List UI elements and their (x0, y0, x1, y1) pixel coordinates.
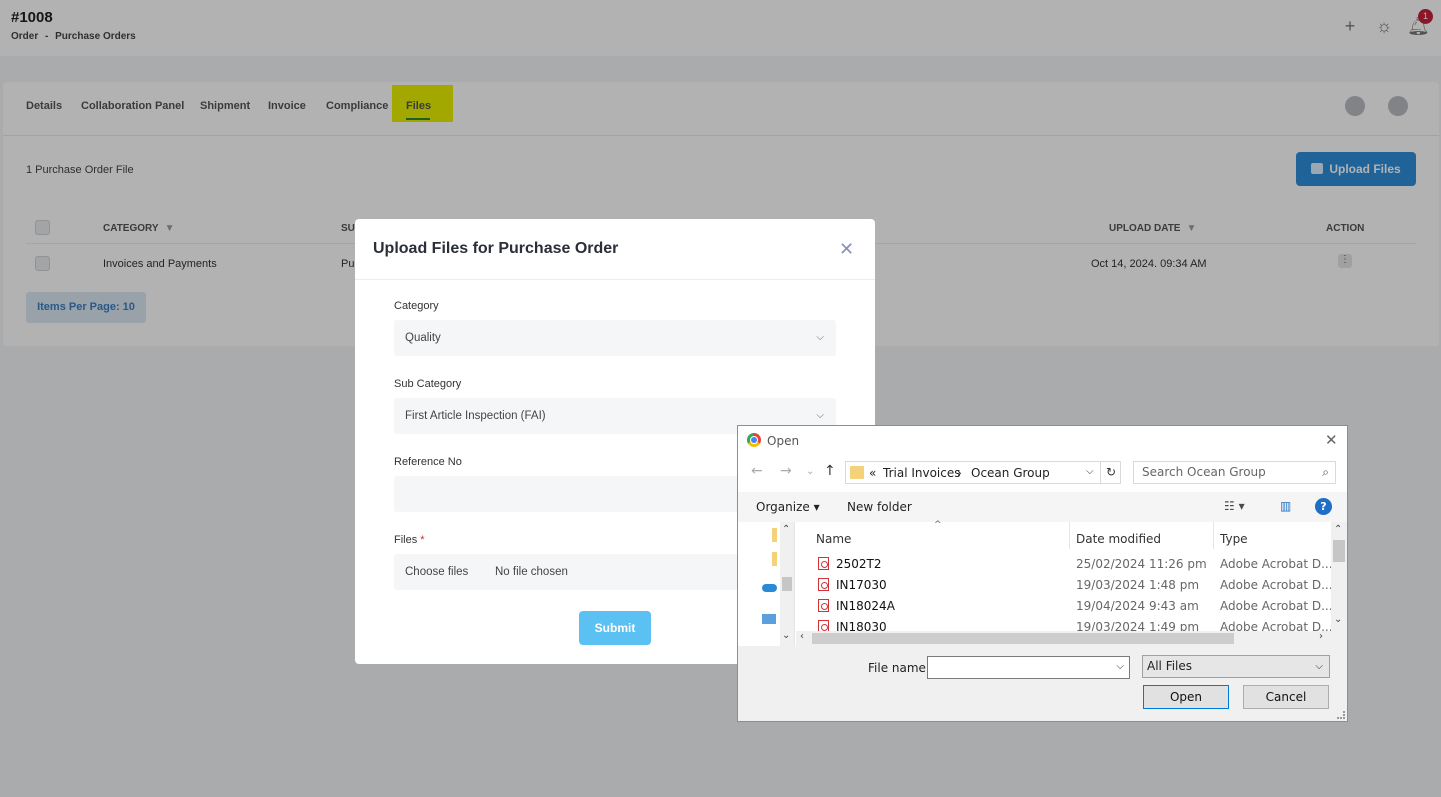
folder-icon[interactable] (772, 552, 777, 566)
pdf-file-icon (818, 578, 829, 591)
scroll-down-icon[interactable]: ⌄ (1334, 614, 1342, 625)
forward-arrow-icon[interactable]: → (780, 463, 792, 479)
cancel-button[interactable]: Cancel (1243, 685, 1329, 709)
pdf-file-icon (818, 557, 829, 570)
scroll-right-icon[interactable]: › (1319, 631, 1323, 642)
file-type-select[interactable]: All Files ⌵ (1142, 655, 1330, 678)
scroll-up-icon[interactable]: ⌃ (1334, 524, 1342, 535)
organize-label: Organize (756, 500, 810, 514)
reference-label: Reference No (394, 456, 462, 468)
resize-grip-icon[interactable] (1337, 711, 1345, 719)
file-date: 25/02/2024 11:26 pm (1076, 557, 1207, 571)
file-name: IN18024A (836, 599, 895, 613)
chevron-down-icon[interactable]: ⌵ (1086, 466, 1094, 477)
files-label: Files * (394, 534, 425, 546)
file-open-dialog: Open ✕ ← → ⌄ ↑ « Trial Invoices › Ocean … (737, 425, 1348, 722)
refresh-icon[interactable]: ↻ (1100, 462, 1121, 483)
column-divider[interactable] (1213, 522, 1214, 549)
file-list: ^ Name Date modified Type 2502T2 25/02/2… (796, 520, 1347, 646)
pdf-file-icon (818, 599, 829, 612)
sort-arrow-icon: ^ (934, 520, 942, 530)
scroll-down-icon[interactable]: ⌄ (782, 630, 790, 641)
horizontal-scrollbar[interactable]: ‹ › (796, 631, 1331, 646)
category-select[interactable]: Quality ⌵ (394, 320, 836, 356)
file-type: Adobe Acrobat D... (1220, 557, 1333, 571)
folder-icon (850, 466, 864, 479)
back-arrow-icon[interactable]: ← (751, 463, 763, 479)
file-date: 19/03/2024 1:48 pm (1076, 578, 1200, 592)
close-icon[interactable]: ✕ (1325, 431, 1338, 449)
chevron-down-icon[interactable]: ⌵ (1116, 661, 1124, 672)
file-type: Adobe Acrobat D... (1220, 620, 1331, 631)
file-date: 19/03/2024 1:49 pm (1076, 620, 1200, 631)
address-bar[interactable]: « Trial Invoices › Ocean Group ⌵ ↻ (845, 461, 1121, 484)
navigation-pane[interactable]: ⌃ ⌄ (738, 522, 795, 646)
list-item[interactable]: IN17030 19/03/2024 1:48 pm Adobe Acrobat… (796, 574, 1333, 595)
path-ocean-group[interactable]: Ocean Group (971, 466, 1050, 480)
recent-locations-icon[interactable]: ⌄ (806, 466, 814, 477)
files-label-text: Files (394, 534, 418, 546)
folder-icon[interactable] (772, 528, 777, 542)
column-type[interactable]: Type (1220, 532, 1248, 546)
close-icon[interactable]: ✕ (839, 239, 854, 260)
column-name[interactable]: Name (816, 532, 851, 546)
scroll-thumb[interactable] (812, 633, 1234, 644)
required-marker: * (420, 534, 425, 546)
column-date-modified[interactable]: Date modified (1076, 532, 1161, 546)
file-type: Adobe Acrobat D... (1220, 578, 1333, 592)
submit-button[interactable]: Submit (579, 611, 651, 645)
scroll-up-icon[interactable]: ⌃ (782, 524, 790, 535)
category-label: Category (394, 300, 439, 312)
path-overflow[interactable]: « (869, 466, 876, 480)
path-separator: › (957, 466, 962, 480)
organize-menu[interactable]: Organize ▾ (756, 500, 820, 514)
no-file-text: No file chosen (495, 566, 568, 578)
this-pc-icon[interactable] (762, 614, 776, 624)
onedrive-icon[interactable] (762, 584, 777, 592)
file-type: Adobe Acrobat D... (1220, 599, 1333, 613)
file-type-value: All Files (1147, 659, 1193, 673)
nav-scrollbar[interactable]: ⌃ ⌄ (780, 522, 794, 646)
column-divider[interactable] (1069, 522, 1070, 549)
sub-category-value: First Article Inspection (FAI) (405, 410, 546, 422)
help-icon[interactable]: ? (1315, 498, 1332, 515)
path-trial-invoices[interactable]: Trial Invoices (883, 466, 961, 480)
search-icon: ⌕ (1322, 465, 1329, 479)
chevron-down-icon: ⌵ (1315, 661, 1323, 672)
list-item[interactable]: IN18030 19/03/2024 1:49 pm Adobe Acrobat… (796, 616, 1331, 631)
chevron-down-icon: ⌵ (816, 332, 824, 343)
up-arrow-icon[interactable]: ↑ (824, 463, 836, 479)
file-name: IN18030 (836, 620, 887, 631)
modal-title: Upload Files for Purchase Order (373, 240, 619, 257)
list-item[interactable]: IN18024A 19/04/2024 9:43 am Adobe Acroba… (796, 595, 1333, 616)
scroll-left-icon[interactable]: ‹ (800, 631, 804, 642)
open-button[interactable]: Open (1143, 685, 1229, 709)
new-folder-button[interactable]: New folder (847, 500, 912, 514)
search-input[interactable]: Search Ocean Group ⌕ (1133, 461, 1336, 484)
vertical-scrollbar[interactable]: ⌃ ⌄ (1331, 522, 1347, 646)
file-name-input[interactable]: ⌵ (927, 656, 1130, 679)
chrome-icon (747, 433, 761, 447)
file-name-label: File name: (868, 661, 930, 675)
preview-pane-icon[interactable]: ▥ (1280, 499, 1291, 513)
scroll-thumb[interactable] (1333, 540, 1345, 562)
pdf-file-icon (818, 620, 829, 631)
search-placeholder: Search Ocean Group (1142, 465, 1266, 479)
dialog-title: Open (767, 434, 800, 448)
category-value: Quality (405, 332, 441, 344)
view-options-icon[interactable]: ☷ ▾ (1224, 499, 1245, 513)
list-item[interactable]: 2502T2 25/02/2024 11:26 pm Adobe Acrobat… (796, 553, 1333, 574)
file-date: 19/04/2024 9:43 am (1076, 599, 1199, 613)
dialog-footer: File name: ⌵ All Files ⌵ Open Cancel (738, 646, 1347, 721)
dialog-toolbar: Organize ▾ New folder ☷ ▾ ▥ ? (738, 492, 1347, 522)
choose-files-button[interactable]: Choose files (405, 554, 468, 590)
sub-category-label: Sub Category (394, 378, 462, 390)
file-name: 2502T2 (836, 557, 882, 571)
scroll-thumb[interactable] (782, 577, 792, 591)
file-name: IN17030 (836, 578, 887, 592)
modal-header: Upload Files for Purchase Order ✕ (355, 219, 875, 280)
